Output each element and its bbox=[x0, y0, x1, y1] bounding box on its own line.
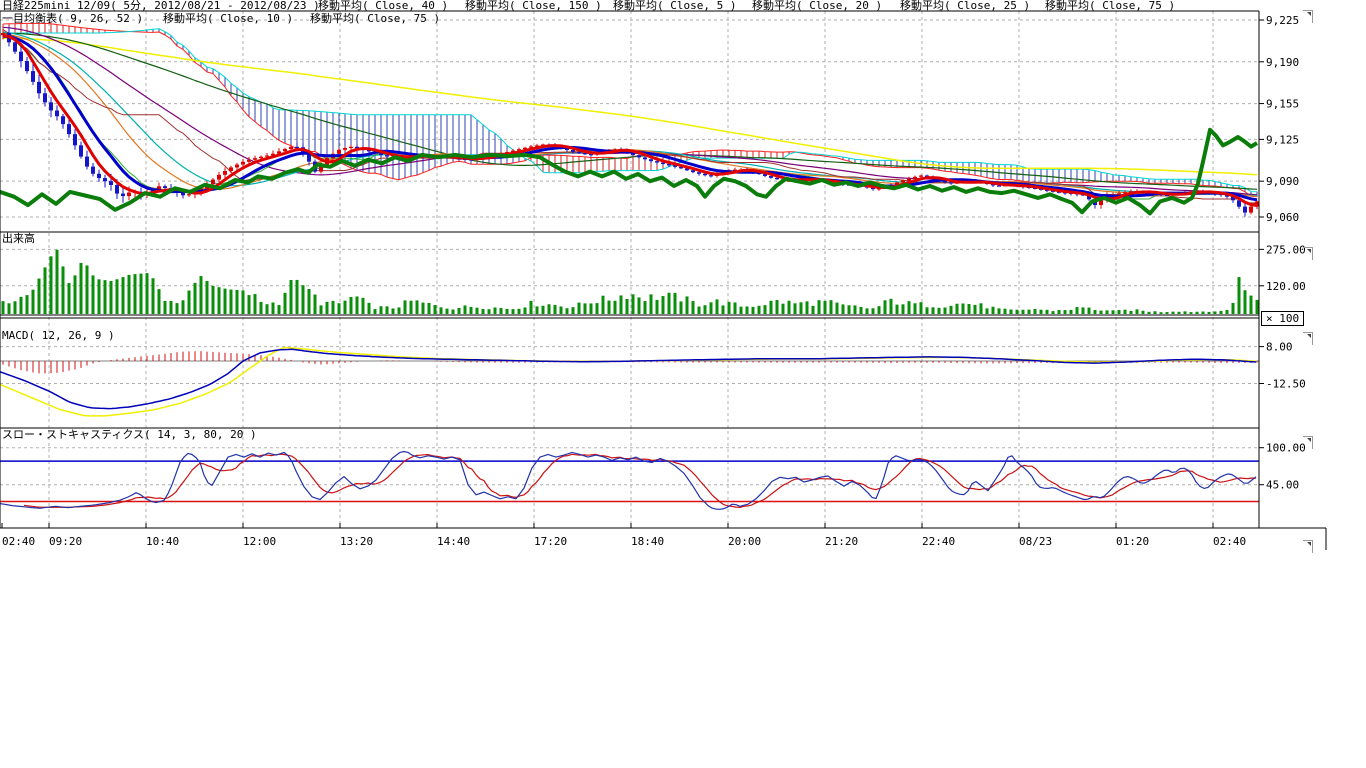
unit-multiplier-badge: × 100 bbox=[1261, 311, 1304, 326]
legend-item: 移動平均( Close, 20 ) bbox=[752, 0, 882, 12]
legend-item: 移動平均( Close, 150 ) bbox=[465, 0, 602, 12]
legend-item: 移動平均( Close, 10 ) bbox=[163, 13, 293, 25]
legend-item: 一目均衡表( 9, 26, 52 ) bbox=[2, 13, 143, 25]
pane-scroll-icon[interactable] bbox=[1303, 247, 1313, 260]
stoch-axis-label: 45.00 bbox=[1266, 479, 1299, 492]
macd-axis-label: -12.50 bbox=[1266, 378, 1306, 391]
time-axis-label: 13:20 bbox=[340, 535, 373, 548]
macd-axis-label: 8.00 bbox=[1266, 341, 1293, 354]
time-axis-label: 12:00 bbox=[243, 535, 276, 548]
price-axis-label: 9,125 bbox=[1266, 133, 1299, 146]
stoch-axis-label: 100.00 bbox=[1266, 442, 1306, 455]
legend-item: 移動平均( Close, 40 ) bbox=[318, 0, 448, 12]
pane-scroll-icon[interactable] bbox=[1303, 540, 1313, 553]
time-axis-label: 21:20 bbox=[825, 535, 858, 548]
legend-item: 移動平均( Close, 75 ) bbox=[310, 13, 440, 25]
time-axis-label: 18:40 bbox=[631, 535, 664, 548]
chart-canvas: 9,225 9,190 9,155 9,125 9,090 9,060 275.00 120.… bbox=[0, 0, 1366, 560]
volume-axis-label: 120.00 bbox=[1266, 280, 1306, 293]
legend-item: 移動平均( Close, 25 ) bbox=[900, 0, 1030, 12]
time-axis-label: 20:00 bbox=[728, 535, 761, 548]
volume-axis-label: 275.00 bbox=[1266, 243, 1306, 256]
time-axis-label: 14:40 bbox=[437, 535, 470, 548]
time-axis-label: 17:20 bbox=[534, 535, 567, 548]
time-axis-label: 02:40 bbox=[1213, 535, 1246, 548]
volume-pane-label: 出来高 bbox=[2, 233, 35, 245]
stoch-pane-label: スロー・ストキャスティクス( 14, 3, 80, 20 ) bbox=[2, 429, 257, 441]
time-axis-label: 09:20 bbox=[49, 535, 82, 548]
time-axis-label: 02:40 bbox=[2, 535, 35, 548]
legend-item: 日経225mini 12/09( 5分, 2012/08/21 - 2012/0… bbox=[2, 0, 320, 12]
price-axis-label: 9,090 bbox=[1266, 175, 1299, 188]
pane-scroll-icon[interactable] bbox=[1303, 332, 1313, 345]
pane-scroll-icon[interactable] bbox=[1303, 10, 1313, 23]
legend-item: 移動平均( Close, 5 ) bbox=[613, 0, 736, 12]
chart-window: 9,225 9,190 9,155 9,125 9,090 9,060 275.00 120.… bbox=[0, 0, 1366, 768]
price-axis-label: 9,190 bbox=[1266, 56, 1299, 69]
time-axis-label: 10:40 bbox=[146, 535, 179, 548]
price-axis-label: 9,155 bbox=[1266, 98, 1299, 111]
price-axis-label: 9,225 bbox=[1266, 14, 1299, 27]
pane-scroll-icon[interactable] bbox=[1303, 436, 1313, 449]
macd-pane-label: MACD( 12, 26, 9 ) bbox=[2, 330, 115, 342]
price-axis-label: 9,060 bbox=[1266, 211, 1299, 224]
time-axis-label: 22:40 bbox=[922, 535, 955, 548]
time-axis-label: 08/23 bbox=[1019, 535, 1052, 548]
legend-item: 移動平均( Close, 75 ) bbox=[1045, 0, 1175, 12]
time-axis-label: 01:20 bbox=[1116, 535, 1149, 548]
